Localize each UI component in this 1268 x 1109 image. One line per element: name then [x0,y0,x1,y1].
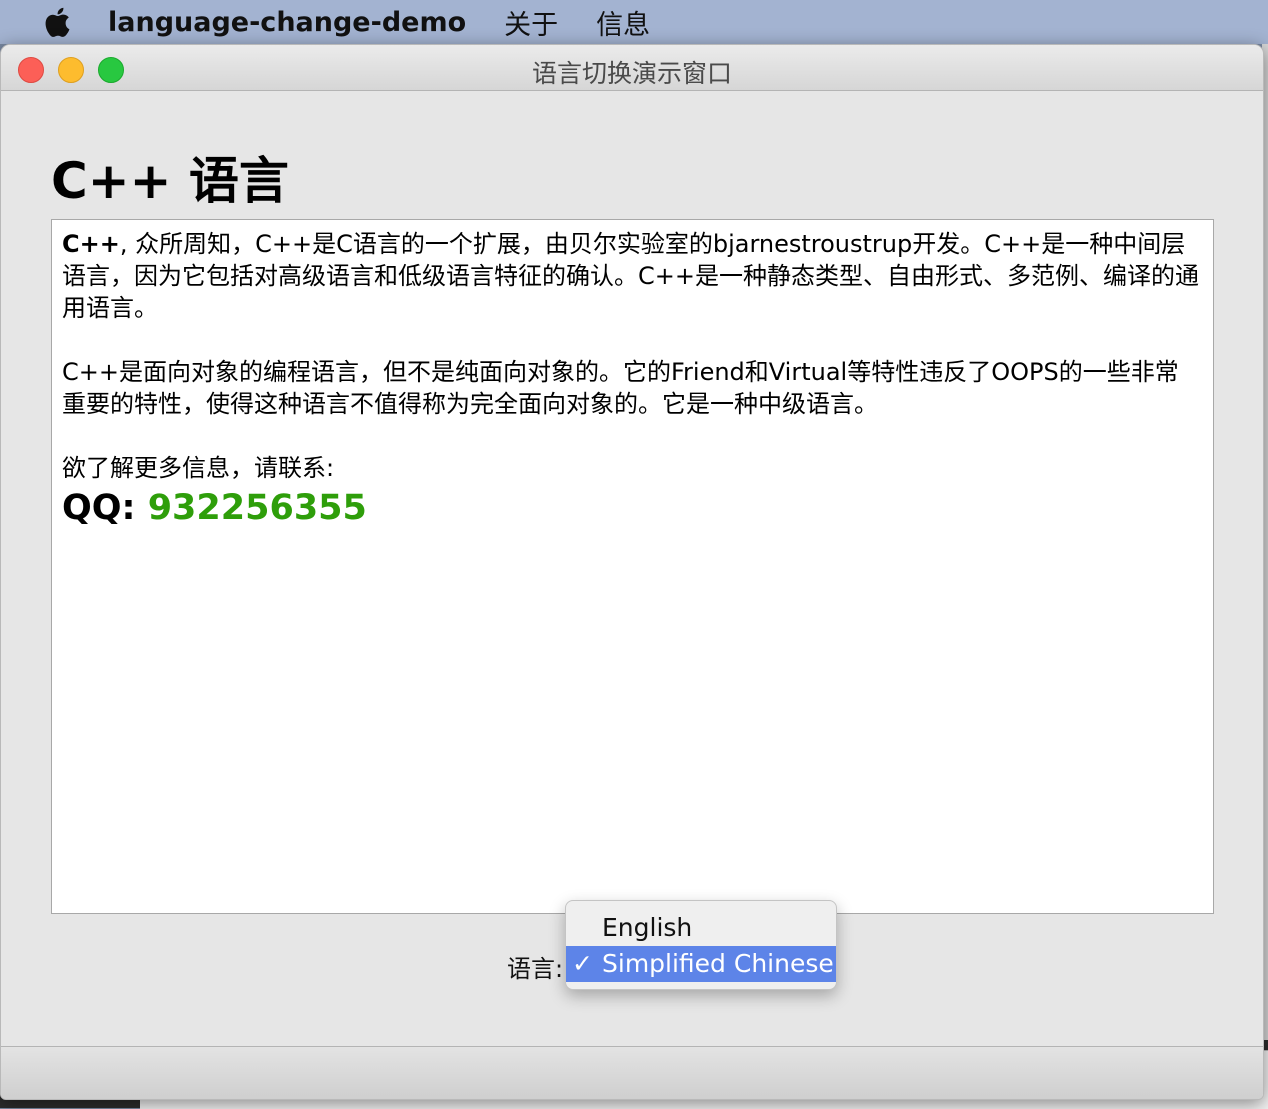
intro-bold-term: C++ [62,230,120,258]
checkmark-icon: ✓ [572,949,593,978]
menu-bar: language-change-demo 关于 信息 [0,0,1268,44]
menu-info[interactable]: 信息 [596,3,650,42]
window-titlebar[interactable]: 语言切换演示窗口 [1,45,1263,91]
app-menu-name[interactable]: language-change-demo [108,7,466,38]
menu-about[interactable]: 关于 [504,3,558,42]
qq-label: QQ: [62,488,136,528]
paragraph-intro: C++, 众所周知，C++是C语言的一个扩展，由贝尔实验室的bjarnestro… [62,228,1202,324]
language-option-simplified-chinese[interactable]: ✓ Simplified Chinese [566,946,836,982]
qq-contact: QQ: 932256355 [62,484,1202,532]
option-label: Simplified Chinese [602,949,834,978]
window-bottom-bar [1,1046,1263,1099]
qq-number: 932256355 [147,488,367,528]
language-label: 语言: [507,955,564,983]
language-option-english[interactable]: English [566,910,836,946]
paragraph-oop: C++是面向对象的编程语言，但不是纯面向对象的。它的Friend和Virtual… [62,358,1179,418]
paragraph-contact: 欲了解更多信息，请联系: [62,454,335,482]
intro-text: , 众所周知，C++是C语言的一个扩展，由贝尔实验室的bjarnestroust… [62,230,1199,322]
option-label: English [602,913,693,942]
window-title: 语言切换演示窗口 [531,59,732,88]
content-text-browser[interactable]: C++, 众所周知，C++是C语言的一个扩展，由贝尔实验室的bjarnestro… [51,219,1214,914]
language-dropdown-menu[interactable]: English ✓ Simplified Chinese [565,900,837,990]
page-title: C++ 语言 [51,152,289,210]
apple-icon[interactable] [36,2,76,42]
content-body: C++, 众所周知，C++是C语言的一个扩展，由贝尔实验室的bjarnestro… [62,228,1202,532]
main-window: 语言切换演示窗口 C++ 语言 C++, 众所周知，C++是C语言的一个扩展，由… [0,44,1264,1100]
